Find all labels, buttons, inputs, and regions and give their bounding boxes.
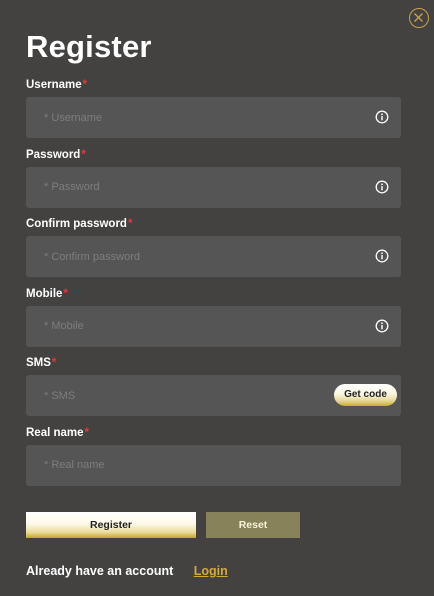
required-mark: * <box>81 148 86 161</box>
mobile-input-box <box>26 305 401 347</box>
close-button[interactable] <box>409 8 429 28</box>
real-name-input[interactable] <box>26 444 401 486</box>
get-code-button[interactable]: Get code <box>334 384 397 406</box>
info-icon[interactable] <box>375 180 389 194</box>
sms-input-box: Get code <box>26 375 401 416</box>
login-link[interactable]: Login <box>194 564 228 578</box>
close-icon <box>414 13 423 22</box>
required-mark: * <box>127 218 133 230</box>
username-input-box <box>26 97 401 138</box>
reset-button[interactable]: Reset <box>206 512 300 538</box>
password-label: Password* <box>26 148 86 161</box>
login-prompt: Already have an account Login <box>26 563 228 579</box>
already-have-account-text: Already have an account <box>26 564 174 578</box>
confirm-password-label: Confirm password* <box>26 218 133 230</box>
required-mark: * <box>84 426 90 439</box>
sms-field-group: SMS* Get code <box>26 357 401 427</box>
info-icon[interactable] <box>375 110 389 124</box>
sms-label: SMS* <box>26 357 57 369</box>
confirm-password-input[interactable] <box>26 236 401 277</box>
real-name-input-box <box>26 444 401 486</box>
confirm-password-field-group: Confirm password* <box>26 218 401 288</box>
password-input[interactable] <box>26 166 401 208</box>
real-name-label: Real name* <box>26 426 90 439</box>
password-input-box <box>26 166 401 208</box>
page-title: Register <box>26 29 152 64</box>
required-mark: * <box>63 287 68 300</box>
mobile-input[interactable] <box>26 305 401 347</box>
required-mark: * <box>51 357 57 369</box>
confirm-password-input-box <box>26 236 401 277</box>
real-name-field-group: Real name* <box>26 427 401 497</box>
mobile-field-group: Mobile* <box>26 288 401 358</box>
password-field-group: Password* <box>26 149 401 219</box>
form-buttons: Register Reset <box>26 512 300 538</box>
username-field-group: Username* <box>26 79 401 149</box>
info-icon[interactable] <box>375 249 389 263</box>
register-button[interactable]: Register <box>26 512 196 538</box>
required-mark: * <box>82 79 88 91</box>
username-label: Username* <box>26 79 88 91</box>
register-form: Username* Password* Confirm password* <box>26 79 401 496</box>
username-input[interactable] <box>26 97 401 138</box>
mobile-label: Mobile* <box>26 287 68 300</box>
info-icon[interactable] <box>375 319 389 333</box>
